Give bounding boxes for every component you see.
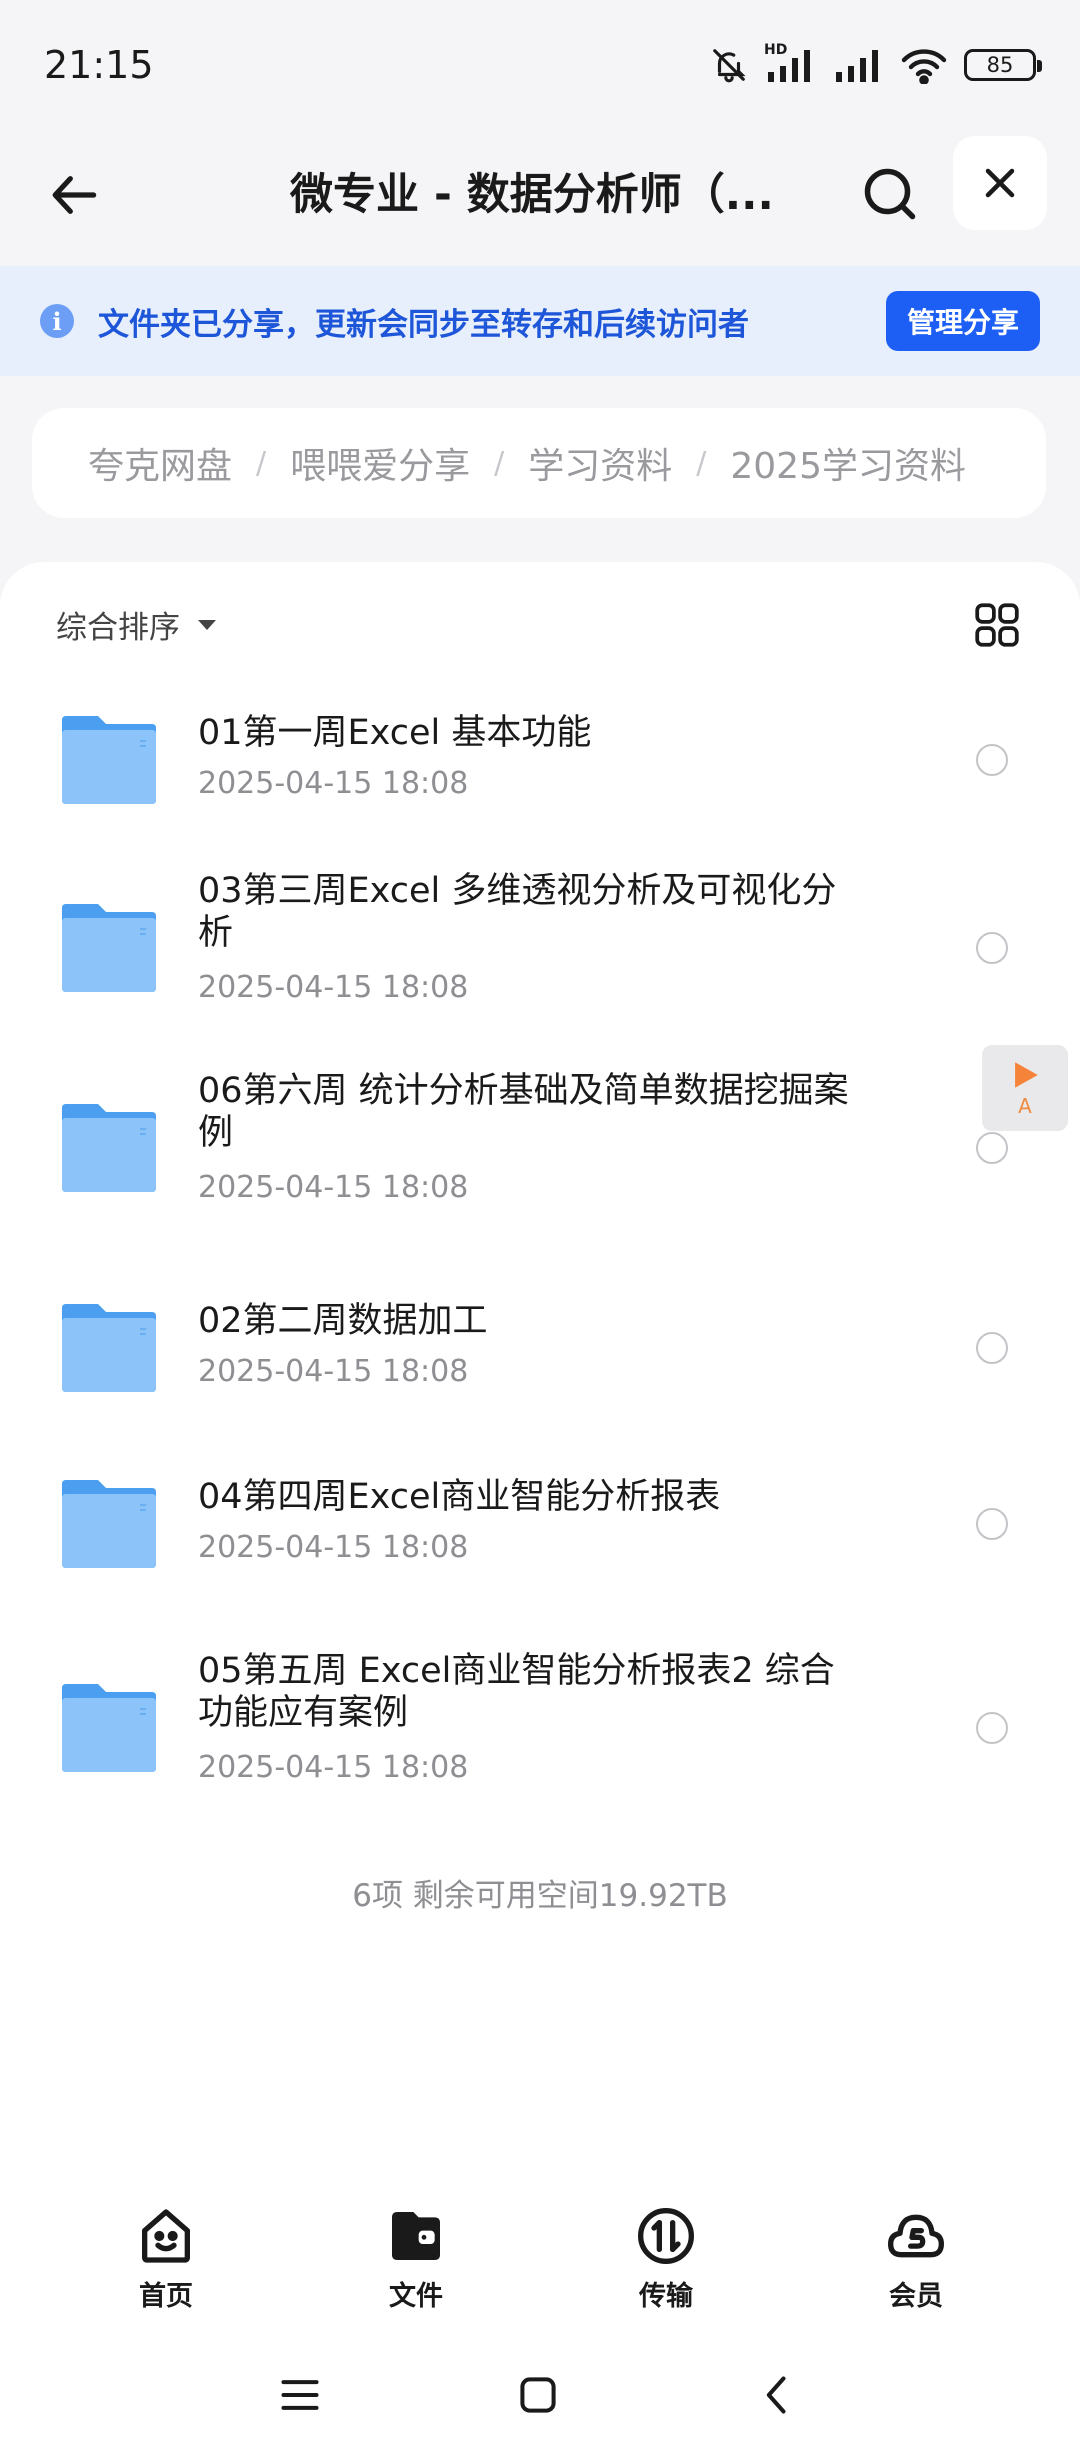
sort-dropdown[interactable]: 综合排序 [56, 602, 216, 647]
breadcrumb-item[interactable]: 2025学习资料 [730, 437, 966, 489]
search-icon [864, 168, 916, 220]
back-nav-button[interactable] [748, 2365, 808, 2425]
bell-off-icon [713, 49, 746, 83]
battery-level: 85 [986, 53, 1014, 77]
file-date: 2025-04-15 18:08 [198, 1750, 469, 1785]
info-icon: i [40, 304, 74, 338]
tab-label: 会员 [889, 2281, 943, 2312]
select-radio[interactable] [976, 932, 1008, 964]
transfer-icon [638, 2208, 694, 2264]
select-radio[interactable] [976, 1508, 1008, 1540]
folder-wallet-icon [392, 2212, 440, 2260]
chevron-left-icon [766, 2376, 786, 2414]
tab-label: 首页 [139, 2281, 193, 2312]
tab-files[interactable]: 文件 [346, 2204, 486, 2313]
breadcrumb: 夸克网盘 / 喂喂爱分享 / 学习资料 / 2025学习资料 [32, 408, 1046, 518]
tab-home[interactable]: 首页 [96, 2204, 236, 2313]
status-bar: 21:15 HD 85 [0, 0, 1080, 130]
file-row[interactable]: 01第一周Excel 基本功能 2025-04-15 18:08 [0, 682, 1080, 832]
breadcrumb-separator: / [696, 445, 707, 481]
signal-icon: HD [764, 42, 816, 84]
header: 微专业 - 数据分析师（... [0, 130, 1080, 260]
file-date: 2025-04-15 18:08 [198, 766, 469, 801]
share-banner: i 文件夹已分享，更新会同步至转存和后续访问者 管理分享 [0, 266, 1080, 376]
cloud-member-icon [888, 2214, 944, 2258]
search-button[interactable] [850, 154, 930, 234]
status-time: 21:15 [44, 43, 154, 87]
manage-share-button[interactable]: 管理分享 [886, 291, 1040, 351]
folder-icon [62, 1684, 156, 1772]
select-radio[interactable] [976, 1332, 1008, 1364]
breadcrumb-item[interactable]: 喂喂爱分享 [290, 437, 470, 489]
folder-icon [62, 904, 156, 992]
menu-button[interactable] [270, 2365, 330, 2425]
file-row[interactable]: 02第二周数据加工 2025-04-15 18:08 [0, 1272, 1080, 1422]
file-name: 02第二周数据加工 [198, 1301, 488, 1341]
select-radio[interactable] [976, 1132, 1008, 1164]
floating-button-letter: A [1018, 1094, 1032, 1118]
breadcrumb-separator: / [494, 445, 505, 481]
close-icon [985, 168, 1015, 198]
back-button[interactable] [40, 160, 110, 230]
tab-label: 文件 [389, 2281, 443, 2312]
caret-down-icon [198, 619, 216, 630]
breadcrumb-item[interactable]: 学习资料 [528, 437, 672, 489]
square-home-icon [520, 2377, 556, 2413]
folder-icon [62, 716, 156, 804]
wifi-icon [901, 49, 947, 84]
file-list-panel: 综合排序 01第一周Excel 基本功能 2025-04-15 18:08 03… [0, 562, 1080, 2202]
sort-label: 综合排序 [56, 610, 180, 646]
file-name: 01第一周Excel 基本功能 [198, 713, 592, 753]
signal-icon [836, 50, 878, 82]
file-date: 2025-04-15 18:08 [198, 970, 469, 1005]
select-radio[interactable] [976, 744, 1008, 776]
floating-player-button[interactable]: A [982, 1045, 1068, 1131]
folder-icon [62, 1304, 156, 1392]
share-banner-text: 文件夹已分享，更新会同步至转存和后续访问者 [98, 306, 749, 343]
home-nav-button[interactable] [508, 2365, 568, 2425]
menu-icon [281, 2380, 319, 2410]
breadcrumb-separator: / [256, 445, 267, 481]
tab-transfer[interactable]: 传输 [596, 2204, 736, 2313]
folder-icon [62, 1104, 156, 1192]
system-nav-bar [0, 2330, 1080, 2460]
storage-summary: 6项 剩余可用空间19.92TB [352, 1878, 728, 1914]
file-name: 05第五周 Excel商业智能分析报表2 综合功能应有案例 [198, 1651, 835, 1733]
file-name: 03第三周Excel 多维透视分析及可视化分析 [198, 871, 837, 953]
folder-icon [62, 1480, 156, 1568]
status-icons: HD 85 [710, 42, 1042, 84]
grid-view-icon[interactable] [972, 600, 1022, 650]
play-icon [1015, 1062, 1038, 1088]
file-date: 2025-04-15 18:08 [198, 1530, 469, 1565]
close-button[interactable] [953, 136, 1047, 230]
breadcrumb-item[interactable]: 夸克网盘 [88, 437, 232, 489]
file-row[interactable]: 04第四周Excel商业智能分析报表 2025-04-15 18:08 [0, 1448, 1080, 1598]
file-name: 04第四周Excel商业智能分析报表 [198, 1477, 721, 1517]
bottom-tab-bar: 首页 文件 传输 会员 [0, 2180, 1080, 2330]
file-row[interactable]: 06第六周 统计分析基础及简单数据挖掘案例 2025-04-15 18:08 [0, 1062, 1080, 1242]
file-date: 2025-04-15 18:08 [198, 1170, 469, 1205]
breadcrumb-fade [956, 408, 1046, 518]
battery-icon: 85 [964, 49, 1042, 81]
back-arrow-icon [52, 176, 97, 214]
file-date: 2025-04-15 18:08 [198, 1354, 469, 1389]
page-title: 微专业 - 数据分析师（... [290, 170, 774, 220]
smiley-home-icon [142, 2209, 190, 2263]
tab-member[interactable]: 会员 [846, 2204, 986, 2313]
tab-label: 传输 [639, 2281, 693, 2312]
file-name: 06第六周 统计分析基础及简单数据挖掘案例 [198, 1071, 849, 1153]
file-row[interactable]: 05第五周 Excel商业智能分析报表2 综合功能应有案例 2025-04-15… [0, 1651, 1080, 1832]
select-radio[interactable] [976, 1712, 1008, 1744]
file-row[interactable]: 03第三周Excel 多维透视分析及可视化分析 2025-04-15 18:08 [0, 862, 1080, 1042]
